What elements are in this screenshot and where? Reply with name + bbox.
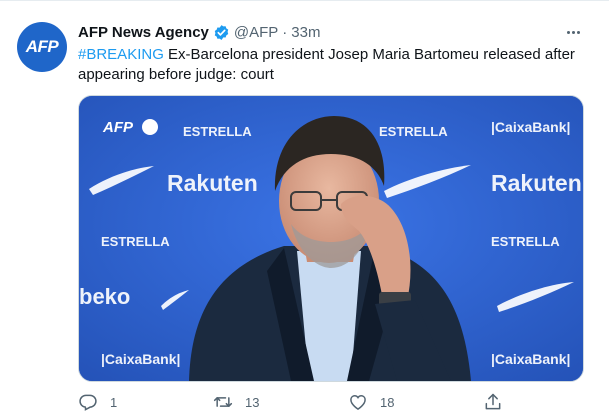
like-count: 18 <box>380 394 395 410</box>
sponsor-rakuten: Rakuten <box>167 170 258 196</box>
tweet-actions: 1 13 18 <box>78 390 508 414</box>
sponsor-estrella: ESTRELLA <box>379 124 448 139</box>
tweet-card[interactable]: AFP AFP News Agency @AFP · 33m #BREAKING… <box>0 0 609 418</box>
divider <box>0 0 609 1</box>
like-button[interactable]: 18 <box>348 390 394 414</box>
sponsor-beko: beko <box>79 284 130 309</box>
sponsor-estrella: ESTRELLA <box>183 124 252 139</box>
sponsor-rakuten: Rakuten <box>491 170 582 196</box>
tweet-text: #BREAKING Ex-Barcelona president Josep M… <box>78 45 588 85</box>
verified-badge-icon <box>213 24 230 41</box>
share-icon <box>483 392 503 412</box>
author-name[interactable]: AFP News Agency <box>78 24 209 41</box>
avatar-text: AFP <box>25 37 59 56</box>
reply-icon <box>78 392 98 412</box>
sponsor-estrella: ESTRELLA <box>101 234 170 249</box>
sponsor-estrella: ESTRELLA <box>491 234 560 249</box>
avatar[interactable]: AFP <box>17 22 67 72</box>
retweet-icon <box>213 392 233 412</box>
sponsor-caixa: |CaixaBank| <box>491 119 570 135</box>
tweet-timestamp[interactable]: 33m <box>291 24 320 41</box>
hashtag-link[interactable]: #BREAKING <box>78 46 164 63</box>
share-button[interactable] <box>483 390 503 414</box>
retweet-button[interactable]: 13 <box>213 390 259 414</box>
meta-separator: · <box>282 23 288 41</box>
afp-watermark: AFP <box>102 119 158 136</box>
reply-button[interactable]: 1 <box>78 390 117 414</box>
retweet-count: 13 <box>245 394 260 410</box>
sponsor-caixa: |CaixaBank| <box>491 351 570 367</box>
svg-text:AFP: AFP <box>102 119 134 136</box>
tweet-header: AFP News Agency @AFP · 33m <box>78 21 320 43</box>
more-options-icon[interactable] <box>562 24 584 40</box>
tweet-photo[interactable]: ESTRELLA ESTRELLA |CaixaBank| Rakuten Ra… <box>78 95 584 382</box>
heart-icon <box>348 392 368 412</box>
reply-count: 1 <box>110 394 118 410</box>
sponsor-caixa: |CaixaBank| <box>101 351 180 367</box>
author-handle[interactable]: @AFP <box>234 24 278 41</box>
